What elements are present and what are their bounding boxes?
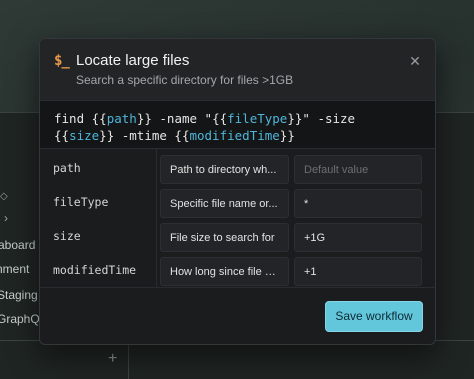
param-description-input[interactable]: File size to search for [160,223,289,252]
footer-divider [40,287,435,288]
command-variable: size [69,128,100,143]
save-workflow-button[interactable]: Save workflow [325,301,423,332]
add-icon[interactable]: + [108,350,117,368]
command-variable: modifiedTime [189,128,280,143]
close-icon[interactable]: ✕ [407,53,423,69]
command-variable: fileType [227,111,288,126]
command-text: }} -name "{{ [136,111,228,126]
command-text: }}" -size [287,111,356,126]
background-dot-icon: ◇ [0,191,8,202]
command-variable: path [106,111,137,126]
dialog-header: $_ Locate large files Search a specific … [40,39,435,101]
chevron-right-icon[interactable]: › [4,211,8,225]
param-description-input[interactable]: Specific file name or... [160,189,289,218]
param-name: path [53,161,81,175]
background-divider [128,340,129,379]
param-row-size: size File size to search for +1G [40,220,435,254]
command-text: }} [279,128,295,143]
command-text: find [54,111,92,126]
param-default-input[interactable]: * [294,189,422,218]
sidebar-item-dashboard[interactable]: aboard [0,238,35,252]
command-text: {{ [54,128,70,143]
workflow-dialog: $_ Locate large files Search a specific … [39,38,436,345]
param-name: fileType [53,195,109,209]
param-row-modifiedtime: modifiedTime How long since file h... +1 [40,254,435,288]
param-default-input[interactable]: Default value [294,155,422,184]
command-line-1: find {{path}} -name "{{fileType}}" -size [54,110,421,127]
param-default-input[interactable]: +1 [294,257,422,286]
command-line-2: {{size}} -mtime {{modifiedTime}} [54,127,421,144]
param-description-input[interactable]: Path to directory wh... [160,155,289,184]
param-description-input[interactable]: How long since file h... [160,257,289,286]
terminal-icon: $_ [54,53,70,69]
dialog-subtitle: Search a specific directory for files >1… [76,73,294,87]
param-row-path: path Path to directory wh... Default val… [40,152,435,186]
command-editor[interactable]: find {{path}} -name "{{fileType}}" -size… [40,101,435,149]
command-text: }} -mtime {{ [99,128,190,143]
param-row-filetype: fileType Specific file name or... * [40,186,435,220]
dialog-title: Locate large files [76,52,190,69]
sidebar-item-environment[interactable]: nment [0,262,29,276]
param-default-input[interactable]: +1G [294,223,422,252]
param-name: modifiedTime [53,263,137,277]
sidebar-item-graphql[interactable]: GraphQ [0,312,40,326]
sidebar-item-staging[interactable]: Staging [0,288,38,302]
command-text: {{ [91,111,107,126]
param-name: size [53,229,81,243]
